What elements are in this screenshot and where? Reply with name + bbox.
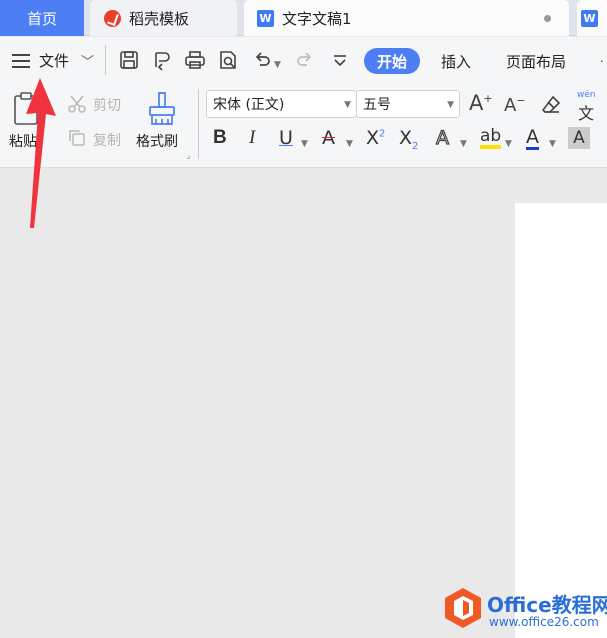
document-page[interactable] [515,203,607,638]
text-effect-button[interactable]: A [435,126,449,149]
watermark-url: www.office26.com [489,615,599,629]
cut-button[interactable]: 剪切 [93,95,121,115]
font-name-select[interactable]: 宋体 (正文) ▼ [206,90,357,118]
tab-insert[interactable]: 插入 [441,51,471,72]
menu-icon[interactable] [12,54,30,68]
font-size-select[interactable]: 五号 ▼ [356,90,460,118]
office-logo-icon [445,588,481,628]
undo-dropdown-icon[interactable]: ▼ [274,60,281,70]
chevron-down-icon: ▼ [447,100,454,110]
format-painter-icon[interactable] [145,90,179,126]
print-preview-icon[interactable] [216,48,240,72]
chevron-down-icon: ▼ [344,100,351,110]
highlight-button[interactable]: ab [480,127,502,149]
format-painter-button[interactable]: 格式刷 [136,131,178,151]
customize-icon[interactable] [328,48,352,72]
cut-icon[interactable] [67,94,87,114]
annotation-arrow-icon [26,78,56,228]
font-size-value: 五号 [363,97,391,113]
copy-icon[interactable] [67,128,87,148]
watermark-title: Office教程网 [487,593,607,617]
tab-home-label: 首页 [26,9,57,28]
file-menu[interactable]: 文件 [39,50,69,71]
menu-row: 文件 ﹀ ▼ 开始 插入 页面布局 · [0,37,607,85]
chevron-down-icon[interactable]: ﹀ [81,51,94,70]
char-shading-button[interactable]: A [568,127,590,149]
export-icon[interactable] [150,48,174,72]
word-doc-icon: W [257,9,274,27]
print-icon[interactable] [183,48,207,72]
tab-start-label: 开始 [376,52,407,71]
subscript-button[interactable]: X2 [399,127,418,152]
ribbon: 粘贴 剪切 复制 格式刷 ⌟ 宋体 (正文) ▼ 五号 ▼ A+ A− wén … [0,85,607,168]
strikethrough-dropdown-icon[interactable]: ▼ [346,139,353,149]
save-icon[interactable] [117,48,141,72]
tab-document-label: 文字文稿1 [282,9,352,28]
watermark: Office教程网 www.office26.com [441,586,607,638]
undo-icon[interactable] [250,48,274,72]
pinyin-label: wén [577,90,596,100]
bold-button[interactable]: B [213,127,227,149]
font-color-dropdown-icon[interactable]: ▼ [549,139,556,149]
highlight-dropdown-icon[interactable]: ▼ [505,139,512,149]
tab-home[interactable]: 首页 [0,0,84,36]
font-color-button[interactable]: A [526,127,539,150]
grow-font-icon[interactable]: A+ [469,91,495,117]
pinyin-icon[interactable]: wén 文 [575,90,607,123]
divider [105,45,106,75]
font-name-value: 宋体 (正文) [213,97,285,113]
tab-template-label: 稻壳模板 [129,9,190,28]
tab-next[interactable]: W [577,0,607,36]
tab-overflow[interactable]: · [600,55,604,68]
redo-icon[interactable] [293,48,317,72]
unsaved-dot-icon[interactable] [544,15,551,22]
strikethrough-button[interactable]: A [322,127,335,149]
copy-button[interactable]: 复制 [93,130,121,150]
clipboard-launcher-icon[interactable]: ⌟ [186,151,190,161]
underline-button[interactable]: U [279,127,293,149]
underline-dropdown-icon[interactable]: ▼ [301,139,308,149]
tab-start[interactable]: 开始 [364,48,420,74]
tab-template[interactable]: 稻壳模板 [90,0,237,36]
tab-bar: 首页 稻壳模板 W 文字文稿1 W [0,0,607,36]
text-effect-dropdown-icon[interactable]: ▼ [460,139,467,149]
word-doc-icon: W [581,9,598,27]
divider [198,89,199,159]
docer-logo-icon [104,9,121,27]
italic-button[interactable]: I [249,127,255,149]
tab-document[interactable]: W 文字文稿1 [244,0,569,36]
shrink-font-icon[interactable]: A− [504,94,530,120]
superscript-button[interactable]: X2 [366,127,385,149]
clear-format-icon[interactable] [540,94,562,116]
tab-page-layout[interactable]: 页面布局 [506,51,566,72]
